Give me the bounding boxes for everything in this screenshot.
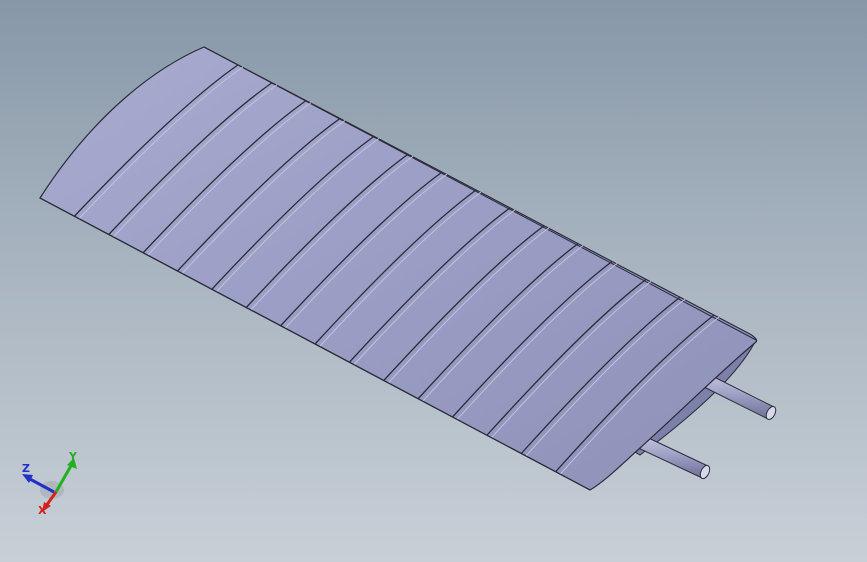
reference-triad: Y Z X (22, 450, 78, 517)
graphics-viewport[interactable]: Y Z X (0, 0, 867, 562)
y-axis-label: Y (68, 450, 78, 463)
wing-skin (39, 46, 758, 491)
y-axis-line (54, 463, 74, 493)
x-axis-label: X (38, 504, 47, 517)
wing-model[interactable] (0, 0, 867, 562)
z-axis-label: Z (22, 462, 30, 475)
